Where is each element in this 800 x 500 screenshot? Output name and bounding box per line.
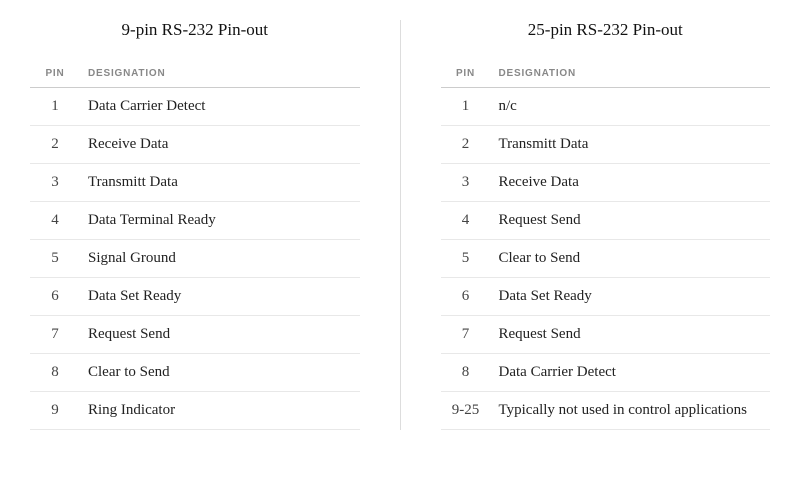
twenty-five-pin-header-row: PIN DESIGNATION [441,62,771,88]
nine-pin-table: PIN DESIGNATION 1 Data Carrier Detect 2 … [30,62,360,430]
nine-designation-col-header: DESIGNATION [80,62,360,88]
pin-number: 5 [441,240,491,278]
pin-designation: Data Terminal Ready [80,202,360,240]
pin-number: 8 [30,354,80,392]
pin-number: 9-25 [441,392,491,430]
pin-designation: Request Send [491,316,771,354]
pin-number: 3 [30,164,80,202]
table-row: 2 Transmitt Data [441,126,771,164]
nine-pin-title: 9-pin RS-232 Pin-out [30,20,360,40]
table-row: 7 Request Send [30,316,360,354]
twenty-five-designation-col-header: DESIGNATION [491,62,771,88]
table-row: 3 Receive Data [441,164,771,202]
table-row: 6 Data Set Ready [441,278,771,316]
pin-number: 8 [441,354,491,392]
pin-designation: Request Send [491,202,771,240]
pin-number: 2 [30,126,80,164]
nine-pin-header-row: PIN DESIGNATION [30,62,360,88]
pin-designation: Typically not used in control applicatio… [491,392,771,430]
pin-number: 4 [441,202,491,240]
table-row: 4 Data Terminal Ready [30,202,360,240]
table-row: 3 Transmitt Data [30,164,360,202]
pin-designation: Data Set Ready [80,278,360,316]
pin-designation: Signal Ground [80,240,360,278]
pin-designation: Request Send [80,316,360,354]
page-container: 9-pin RS-232 Pin-out PIN DESIGNATION 1 D… [30,20,770,430]
table-row: 9 Ring Indicator [30,392,360,430]
pin-number: 5 [30,240,80,278]
pin-designation: Clear to Send [491,240,771,278]
pin-number: 1 [30,88,80,126]
nine-pin-col-header: PIN [30,62,80,88]
table-row: 1 Data Carrier Detect [30,88,360,126]
pin-number: 9 [30,392,80,430]
pin-number: 3 [441,164,491,202]
pin-designation: Data Set Ready [491,278,771,316]
table-row: 8 Clear to Send [30,354,360,392]
twenty-five-pin-title: 25-pin RS-232 Pin-out [441,20,771,40]
pin-number: 6 [30,278,80,316]
pin-number: 6 [441,278,491,316]
pin-number: 2 [441,126,491,164]
pin-designation: n/c [491,88,771,126]
pin-designation: Transmitt Data [491,126,771,164]
section-divider [400,20,401,430]
pin-designation: Receive Data [491,164,771,202]
pin-designation: Transmitt Data [80,164,360,202]
twenty-five-pin-col-header: PIN [441,62,491,88]
table-row: 4 Request Send [441,202,771,240]
pin-number: 7 [441,316,491,354]
pin-designation: Data Carrier Detect [80,88,360,126]
pin-number: 7 [30,316,80,354]
table-row: 2 Receive Data [30,126,360,164]
table-row: 1 n/c [441,88,771,126]
table-row: 8 Data Carrier Detect [441,354,771,392]
nine-pin-section: 9-pin RS-232 Pin-out PIN DESIGNATION 1 D… [30,20,360,430]
twenty-five-pin-table: PIN DESIGNATION 1 n/c 2 Transmitt Data 3… [441,62,771,430]
pin-number: 4 [30,202,80,240]
twenty-five-pin-section: 25-pin RS-232 Pin-out PIN DESIGNATION 1 … [441,20,771,430]
table-row: 5 Signal Ground [30,240,360,278]
pin-designation: Receive Data [80,126,360,164]
table-row: 9-25 Typically not used in control appli… [441,392,771,430]
table-row: 7 Request Send [441,316,771,354]
table-row: 5 Clear to Send [441,240,771,278]
pin-number: 1 [441,88,491,126]
pin-designation: Ring Indicator [80,392,360,430]
pin-designation: Clear to Send [80,354,360,392]
table-row: 6 Data Set Ready [30,278,360,316]
pin-designation: Data Carrier Detect [491,354,771,392]
